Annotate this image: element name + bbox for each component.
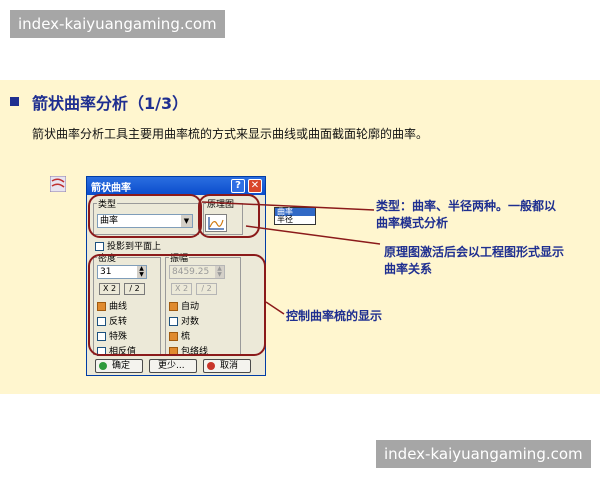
watermark-bottom: index-kaiyuangaming.com [376, 440, 591, 468]
annotation-diagram: 原理图激活后会以工程图形式显示 曲率关系 [384, 244, 564, 278]
slide: 箭状曲率分析（1/3） 箭状曲率分析工具主要用曲率梳的方式来显示曲线或曲面截面轮… [0, 80, 600, 394]
annotation-type: 类型：曲率、半径两种。一般都以 曲率模式分析 [376, 198, 556, 232]
annotation-diagram-line2: 曲率关系 [384, 262, 433, 276]
annotation-diagram-line1: 原理图激活后会以工程图形式显示 [384, 245, 565, 259]
annotation-type-line1: 类型：曲率、半径两种。一般都以 [376, 199, 557, 213]
annotation-type-line2: 曲率模式分析 [376, 216, 449, 230]
watermark-top: index-kaiyuangaming.com [10, 10, 225, 38]
annotation-control: 控制曲率梳的显示 [286, 309, 383, 323]
annotation-lines [201, 201, 381, 315]
